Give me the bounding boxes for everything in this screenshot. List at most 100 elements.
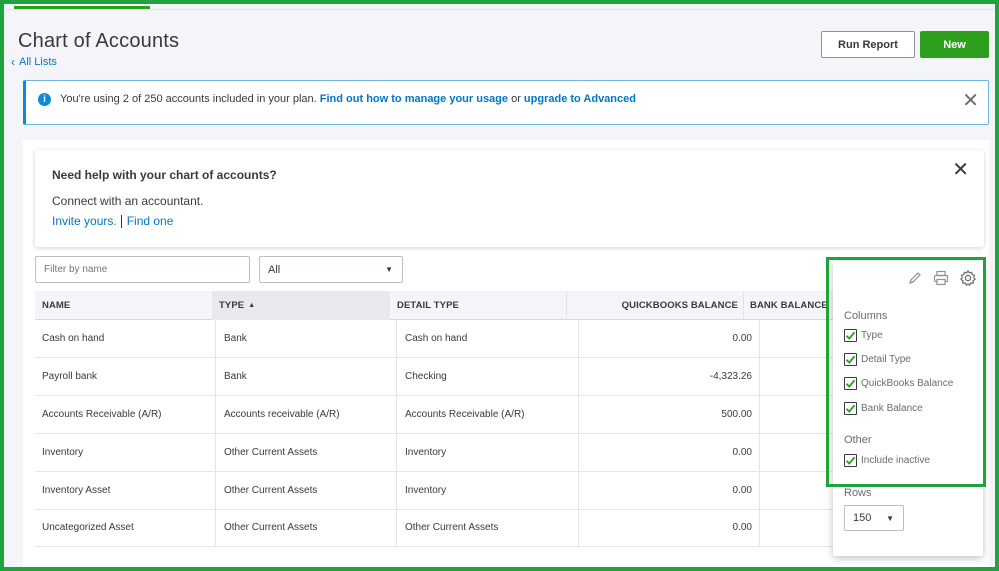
detail-type-cell: Inventory [405,485,447,496]
printer-icon[interactable] [932,269,950,287]
checkbox-label: Include inactive [861,455,930,466]
page-title: Chart of Accounts [18,30,180,52]
banner-text: You're using 2 of 250 accounts included … [60,93,636,105]
checkbox-label: Detail Type [861,354,911,365]
accountant-help-card: Need help with your chart of accounts? C… [35,150,984,247]
banner-text-prefix: You're using 2 of 250 accounts included … [60,93,317,105]
chevron-left-icon: ‹ [11,55,15,69]
invite-accountant-link[interactable]: Invite yours. [52,214,117,228]
table-toolbar [833,261,983,295]
column-divider [566,291,567,320]
columns-heading: Columns [844,310,888,322]
table-row[interactable]: Payroll bank Bank Checking -4,323.26 [35,358,835,396]
column-divider [578,509,579,546]
link-separator [120,214,122,228]
rows-per-page-value: 150 [853,512,872,524]
table-row[interactable]: Accounts Receivable (A/R) Accounts recei… [35,396,835,434]
rows-heading: Rows [844,487,872,499]
find-accountant-link[interactable]: Find one [127,214,174,228]
all-lists-link[interactable]: ‹ All Lists [11,56,57,68]
column-divider [578,396,579,433]
column-header-type[interactable]: TYPE ▲ [212,291,390,320]
column-divider [215,509,216,546]
column-header-detail-type[interactable]: DETAIL TYPE [397,291,567,320]
info-icon: i [38,93,51,106]
account-type-cell: Bank [224,333,247,344]
new-account-button[interactable]: New [920,31,989,58]
pencil-icon[interactable] [906,269,924,287]
column-header-quickbooks-balance[interactable]: QUICKBOOKS BALANCE [580,291,738,320]
column-divider [396,396,397,433]
rows-per-page-select[interactable]: 150 ▼ [844,505,904,531]
close-icon[interactable]: ✕ [962,91,979,111]
close-icon[interactable]: ✕ [952,160,969,180]
other-heading: Other [844,434,872,446]
sort-ascending-icon: ▲ [248,302,256,309]
account-name-cell: Cash on hand [42,333,105,344]
column-divider [215,320,216,357]
column-divider [759,320,760,357]
column-header-name[interactable]: NAME [42,291,212,320]
table-row[interactable]: Inventory Asset Other Current Assets Inv… [35,472,835,510]
column-divider [759,472,760,509]
column-divider [759,358,760,395]
help-card-links: Invite yours. Find one [52,214,173,228]
table-row[interactable]: Uncategorized Asset Other Current Assets… [35,509,835,547]
checkbox-label: QuickBooks Balance [861,378,954,389]
account-type-cell: Other Current Assets [224,485,318,496]
checkbox-include-inactive[interactable]: Include inactive [844,454,930,467]
column-divider [759,509,760,546]
column-divider [578,434,579,471]
account-type-cell: Other Current Assets [224,447,318,458]
detail-type-cell: Other Current Assets [405,522,499,533]
upgrade-link[interactable]: upgrade to Advanced [524,93,636,105]
column-divider [759,434,760,471]
gear-icon[interactable] [959,269,977,287]
column-divider [215,358,216,395]
caret-down-icon: ▼ [886,513,894,523]
column-divider [215,396,216,433]
checkbox-bank-balance[interactable]: Bank Balance [844,402,923,415]
table-row[interactable]: Inventory Other Current Assets Inventory… [35,434,835,472]
checkbox-checked-icon [844,377,857,390]
quickbooks-balance-cell: 0.00 [732,447,752,458]
account-type-cell: Other Current Assets [224,522,318,533]
table-settings-panel: Columns Type Detail Type QuickBooks Bala… [833,261,983,556]
column-header-label: DETAIL TYPE [397,300,459,311]
account-name-cell: Inventory [42,447,84,458]
checkbox-checked-icon [844,454,857,467]
header-divider [4,9,995,10]
table-header: NAME TYPE ▲ DETAIL TYPE QUICKBOOKS BALAN… [35,291,835,320]
help-card-title: Need help with your chart of accounts? [52,168,277,182]
column-divider [396,472,397,509]
column-header-label: BANK BALANCE [750,300,828,311]
page-scrollbar[interactable] [989,60,995,567]
account-type-cell: Bank [224,371,247,382]
quickbooks-balance-cell: 0.00 [732,522,752,533]
quickbooks-balance-cell: -4,323.26 [709,371,752,382]
column-divider [578,320,579,357]
checkbox-detail-type[interactable]: Detail Type [844,353,911,366]
column-divider [578,358,579,395]
banner-text-or: or [511,93,521,105]
filter-by-name-input[interactable] [35,256,250,283]
help-card-subtitle: Connect with an accountant. [52,194,204,208]
account-type-filter-select[interactable]: All ▼ [259,256,403,283]
column-divider [396,509,397,546]
account-name-cell: Uncategorized Asset [42,522,134,533]
column-divider [578,472,579,509]
checkbox-checked-icon [844,329,857,342]
column-divider [396,358,397,395]
caret-down-icon: ▼ [385,265,393,274]
table-row[interactable]: Cash on hand Bank Cash on hand 0.00 [35,320,835,358]
detail-type-cell: Inventory [405,447,447,458]
checkbox-type[interactable]: Type [844,329,883,342]
account-name-cell: Inventory Asset [42,485,111,496]
checkbox-quickbooks-balance[interactable]: QuickBooks Balance [844,377,953,390]
column-header-bank-balance[interactable]: BANK BALANCE [750,291,835,320]
detail-type-cell: Accounts Receivable (A/R) [405,409,525,420]
column-header-label: QUICKBOOKS BALANCE [621,300,738,311]
manage-usage-link[interactable]: Find out how to manage your usage [320,93,508,105]
run-report-button[interactable]: Run Report [821,31,915,58]
account-type-cell: Accounts receivable (A/R) [224,409,340,420]
